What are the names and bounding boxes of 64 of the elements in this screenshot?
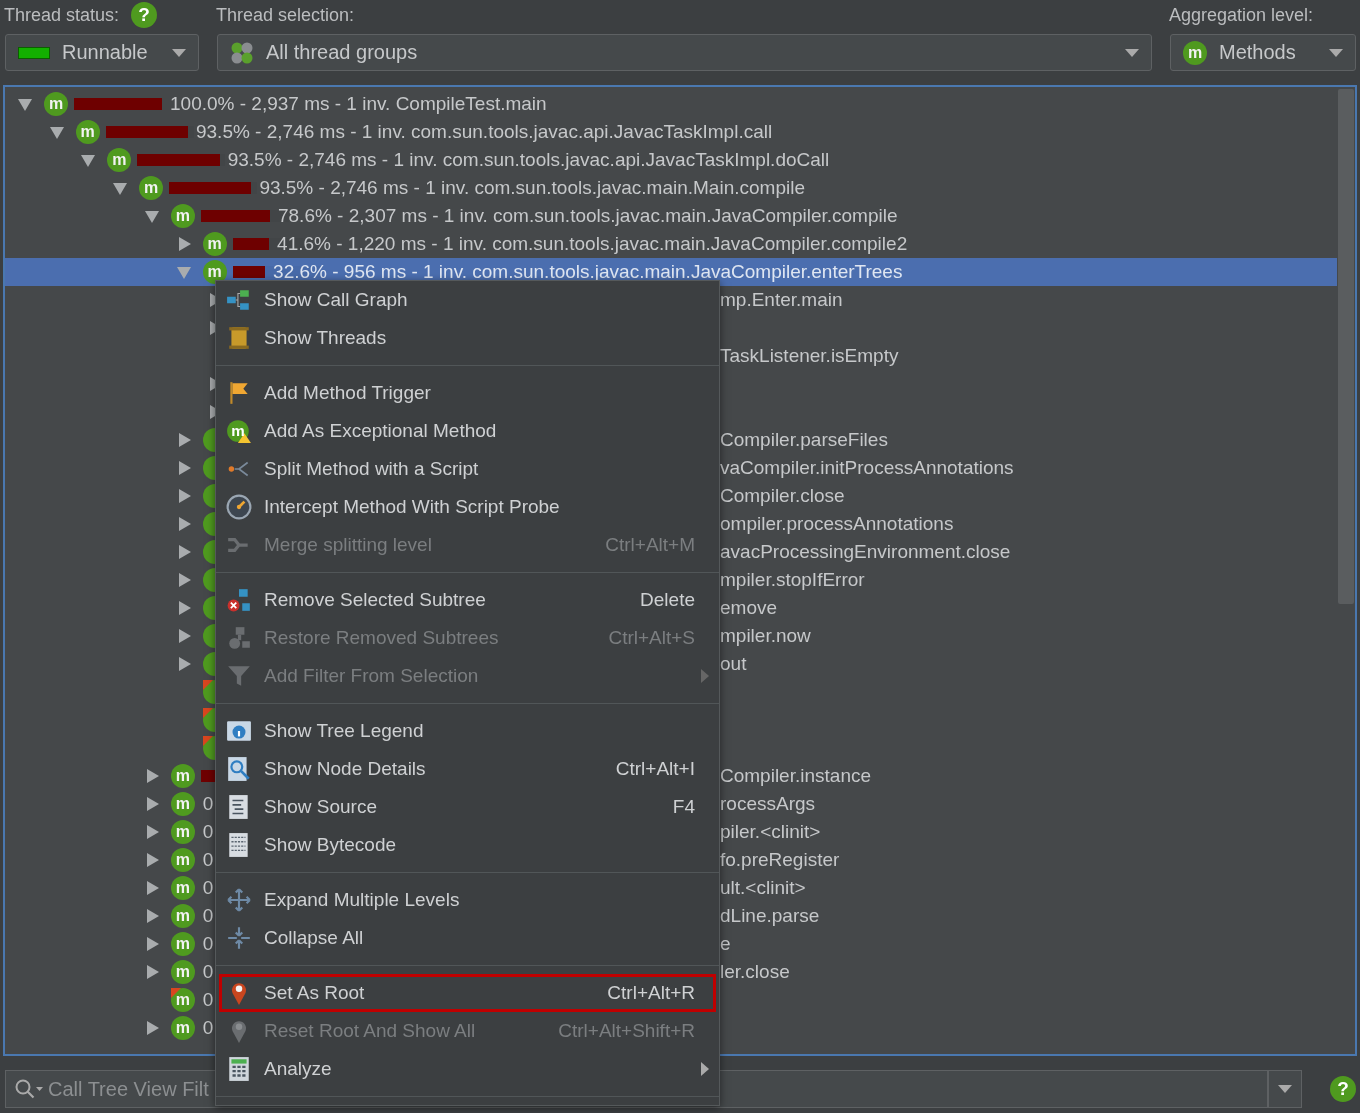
method-warning-icon: m [226,418,252,444]
node-label: Compiler.instance [719,765,873,787]
node-label: dLine.parse [719,905,821,927]
shortcut-label: Delete [640,589,695,611]
method-icon: m [170,960,195,984]
node-label: rocessArgs [719,793,817,815]
node-label: avacProcessingEnvironment.close [719,541,1012,563]
node-label: ult.<clinit> [719,877,807,899]
method-icon: m [170,792,195,816]
node-label: 0 [202,933,214,955]
node-label: ler.close [719,961,791,983]
node-label: TaskListener.isEmpty [719,345,900,367]
method-icon: m [139,176,164,200]
shortcut-label: Ctrl+Alt+M [605,534,695,556]
node-label: 93.5% - 2,746 ms - 1 inv. com.sun.tools.javac.api.JavacTaskImpl.call [195,121,773,143]
node-label: 93.5% - 2,746 ms - 1 inv. com.sun.tools.javac.main.Main.compile [259,177,805,199]
method-icon: m [170,876,195,900]
node-label: e [719,933,732,955]
node-label: 78.6% - 2,307 ms - 1 inv. com.sun.tools.javac.main.JavaCompiler.compile [277,205,898,227]
node-label: mpiler.now [719,625,812,647]
node-label: 0 [202,961,214,983]
node-label: emove [719,597,779,619]
method-icon: m [170,1016,195,1040]
method-icon: m [170,988,195,1012]
node-label: 100.0% - 2,937 ms - 1 inv. CompileTest.main [170,93,547,115]
node-label: fo.preRegister [719,849,841,871]
method-icon: m [170,848,195,872]
field-label: Thread selection: [216,4,355,26]
shortcut-label: Ctrl+Alt+Shift+R [558,1020,695,1042]
node-label: 0 [202,793,214,815]
node-label: Compiler.parseFiles [719,429,889,451]
method-icon: m [44,92,68,116]
method-icon: m [170,820,195,844]
method-icon: m [202,232,227,256]
field-label: Aggregation level: [1169,4,1314,26]
node-label: 0 [202,821,214,843]
node-label: mpiler.stopIfError [719,569,866,591]
shortcut-label: Ctrl+Alt+I [615,758,695,780]
node-label: piler.<clinit> [719,821,822,843]
node-label: Compiler.close [719,485,846,507]
node-label: 32.6% - 956 ms - 1 inv. com.sun.tools.javac.main.JavaCompiler.enterTrees [273,261,903,283]
shortcut-label: Ctrl+Alt+R [607,982,695,1004]
method-icon: m [170,764,195,788]
method-icon: m [107,148,132,172]
method-icon: m [1183,40,1207,65]
method-icon: m [170,932,195,956]
method-icon: m [170,904,195,928]
shortcut-label: Ctrl+Alt+S [608,627,695,649]
node-label: 0 [202,849,214,871]
method-icon: m [202,260,227,284]
node-label: out [719,653,748,675]
method-icon: m [75,120,100,144]
node-label: 0 [202,877,214,899]
node-label: 93.5% - 2,746 ms - 1 inv. com.sun.tools.javac.api.JavacTaskImpl.doCall [227,149,830,171]
node-label: vaCompiler.initProcessAnnotations [719,457,1015,479]
field-label: Thread status: [4,4,120,26]
shortcut-label: F4 [672,796,695,818]
node-label: 0 [202,905,214,927]
node-label: 0 [202,1017,214,1039]
node-label: 0 [202,989,214,1011]
node-label: 41.6% - 1,220 ms - 1 inv. com.sun.tools.javac.main.JavaCompiler.compile2 [277,233,908,255]
node-label: ompiler.processAnnotations [719,513,955,535]
method-icon: m [170,204,195,228]
node-label: mp.Enter.main [719,289,844,311]
